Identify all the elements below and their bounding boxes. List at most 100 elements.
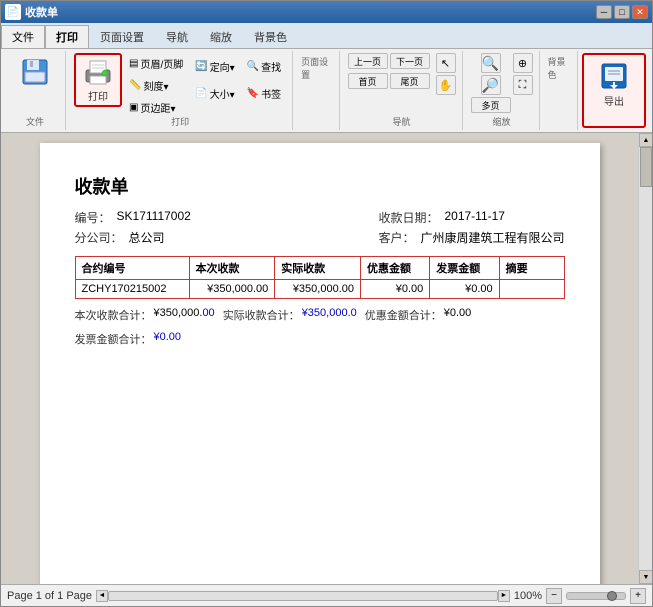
doc-summary: 本次收款合计： ¥350,000.00 实际收款合计： ¥350,000.0 优… bbox=[75, 307, 565, 347]
scroll-h-track[interactable] bbox=[108, 591, 498, 601]
minimize-button[interactable]: ─ bbox=[596, 5, 612, 19]
margin-label: 页边距▾ bbox=[140, 100, 175, 115]
multi-page-button[interactable]: 多页 bbox=[471, 97, 511, 113]
ribbon-group-zoom: 🔍 🔎 多页 ⊕ ⛶ 缩放 bbox=[465, 51, 540, 130]
zoom-in-button[interactable]: 🔍 bbox=[481, 53, 501, 73]
export-icon bbox=[598, 60, 630, 91]
zoom-out-status-button[interactable]: − bbox=[546, 588, 562, 604]
zoom-level: 100% bbox=[514, 590, 542, 602]
size-icon: 📄 bbox=[195, 88, 207, 99]
date-label: 收款日期： bbox=[378, 209, 438, 226]
cell-invoice-amount: ¥0.00 bbox=[430, 280, 499, 299]
scroll-up-button[interactable]: ▲ bbox=[639, 133, 652, 147]
zoom-in-status-button[interactable]: + bbox=[630, 588, 646, 604]
close-button[interactable]: ✕ bbox=[632, 5, 648, 19]
zoom-out-button[interactable]: 🔎 bbox=[481, 75, 501, 95]
current-total-label: 本次收款合计： bbox=[75, 307, 152, 323]
print-button[interactable]: 打印 bbox=[74, 53, 122, 107]
size-button[interactable]: 📄 大小▾ bbox=[190, 83, 239, 104]
tab-print[interactable]: 打印 bbox=[45, 25, 89, 48]
main-area: 收款单 编号： SK171117002 分公司： 总公司 bbox=[1, 133, 652, 584]
scroll-thumb[interactable] bbox=[640, 147, 652, 187]
title-bar: 📄 收款单 ─ □ ✕ bbox=[1, 1, 652, 23]
nav-group-label: 导航 bbox=[392, 115, 410, 128]
cell-contract-no: ZCHY170215002 bbox=[75, 280, 189, 299]
last-page-button[interactable]: 尾页 bbox=[390, 73, 430, 89]
ribbon-group-print: 打印 ▤ 页眉/页脚 📏 刻度▾ ▣ bbox=[68, 51, 293, 130]
first-page-button[interactable]: 首页 bbox=[348, 73, 388, 89]
print-icon bbox=[82, 57, 114, 86]
ribbon-group-nav: 上一页 下一页 首页 尾页 bbox=[342, 51, 463, 130]
bookmark-button[interactable]: 🔖 书签 bbox=[242, 83, 286, 104]
invoice-total-label: 发票金额合计： bbox=[75, 331, 152, 347]
tab-page-setup[interactable]: 页面设置 bbox=[89, 25, 155, 48]
size-label: 大小▾ bbox=[210, 86, 235, 101]
cell-discount: ¥0.00 bbox=[360, 280, 429, 299]
date-value: 2017-11-17 bbox=[444, 209, 505, 226]
tab-zoom[interactable]: 缩放 bbox=[199, 25, 243, 48]
search-icon: 🔍 bbox=[247, 61, 259, 72]
table-row: ZCHY170215002 ¥350,000.00 ¥350,000.00 ¥0… bbox=[75, 280, 564, 299]
ruler-icon: 📏 bbox=[129, 80, 141, 91]
branch-value: 总公司 bbox=[129, 229, 165, 246]
zoom-percent-button[interactable]: ⊕ bbox=[513, 53, 533, 73]
ribbon-group-page-setup: 页面设置 bbox=[295, 51, 339, 130]
search-button[interactable]: 🔍 查找 bbox=[242, 56, 286, 77]
file-group-label: 文件 bbox=[26, 115, 44, 128]
current-total-value: ¥350,000.00 bbox=[154, 307, 215, 323]
scroll-track[interactable] bbox=[639, 147, 652, 570]
col-summary: 摘要 bbox=[499, 257, 564, 280]
horizontal-scrollbar[interactable]: ◄ ► bbox=[96, 589, 510, 603]
pan-icon[interactable]: ✋ bbox=[436, 75, 456, 95]
maximize-button[interactable]: □ bbox=[614, 5, 630, 19]
page-info: Page 1 of 1 Page bbox=[7, 590, 92, 602]
zoom-group-label: 缩放 bbox=[492, 115, 510, 128]
ruler-button[interactable]: 📏 刻度▾ bbox=[124, 75, 188, 96]
zoom-thumb[interactable] bbox=[607, 591, 617, 601]
full-screen-button[interactable]: ⛶ bbox=[513, 75, 533, 95]
tab-nav[interactable]: 导航 bbox=[155, 25, 199, 48]
orientation-label: 定向▾ bbox=[210, 59, 235, 74]
header-footer-label: 页眉/页脚 bbox=[140, 56, 183, 71]
vertical-scrollbar[interactable]: ▲ ▼ bbox=[638, 133, 652, 584]
tab-file[interactable]: 文件 bbox=[1, 25, 45, 48]
export-label: 导出 bbox=[604, 93, 624, 108]
document-page: 收款单 编号： SK171117002 分公司： 总公司 bbox=[40, 143, 600, 584]
save-button[interactable] bbox=[11, 53, 59, 107]
search-label: 查找 bbox=[261, 59, 281, 74]
document-area: 收款单 编号： SK171117002 分公司： 总公司 bbox=[1, 133, 638, 584]
bookmark-icon: 🔖 bbox=[247, 88, 259, 99]
discount-total-label: 优惠金额合计： bbox=[365, 307, 442, 323]
scroll-right-button[interactable]: ► bbox=[498, 590, 510, 602]
col-invoice-amount: 发票金额 bbox=[430, 257, 499, 280]
ruler-label: 刻度▾ bbox=[143, 78, 168, 93]
actual-total-label: 实际收款合计： bbox=[223, 307, 300, 323]
col-discount: 优惠金额 bbox=[360, 257, 429, 280]
tab-bg-color[interactable]: 背景色 bbox=[243, 25, 298, 48]
number-label: 编号： bbox=[75, 209, 111, 226]
print-label: 打印 bbox=[88, 88, 108, 103]
cell-current-receipt: ¥350,000.00 bbox=[189, 280, 275, 299]
scroll-down-button[interactable]: ▼ bbox=[639, 570, 652, 584]
orientation-icon: 🔄 bbox=[195, 61, 207, 72]
save-icon bbox=[19, 56, 51, 88]
doc-title: 收款单 bbox=[75, 173, 565, 199]
zoom-slider[interactable] bbox=[566, 592, 626, 600]
header-footer-button[interactable]: ▤ 页眉/页脚 bbox=[124, 53, 188, 74]
scroll-left-button[interactable]: ◄ bbox=[96, 590, 108, 602]
cell-summary bbox=[499, 280, 564, 299]
next-page-button[interactable]: 下一页 bbox=[390, 53, 430, 69]
discount-total-value: ¥0.00 bbox=[444, 307, 472, 323]
ribbon-group-file: 文件 bbox=[5, 51, 66, 130]
prev-page-button[interactable]: 上一页 bbox=[348, 53, 388, 69]
main-window: 📄 收款单 ─ □ ✕ 文件 打印 页面设置 导航 缩放 背景色 bbox=[0, 0, 653, 607]
page-container[interactable]: 收款单 编号： SK171117002 分公司： 总公司 bbox=[1, 133, 638, 584]
mouse-select-icon[interactable]: ↖ bbox=[436, 53, 456, 73]
ribbon-group-export: 导出 bbox=[582, 53, 646, 128]
orientation-button[interactable]: 🔄 定向▾ bbox=[190, 56, 239, 77]
export-button[interactable]: 导出 bbox=[590, 57, 638, 111]
branch-label: 分公司： bbox=[75, 229, 123, 246]
window-icon: 📄 bbox=[5, 4, 21, 20]
print-group-label: 打印 bbox=[171, 115, 189, 128]
window-title: 收款单 bbox=[25, 4, 58, 20]
